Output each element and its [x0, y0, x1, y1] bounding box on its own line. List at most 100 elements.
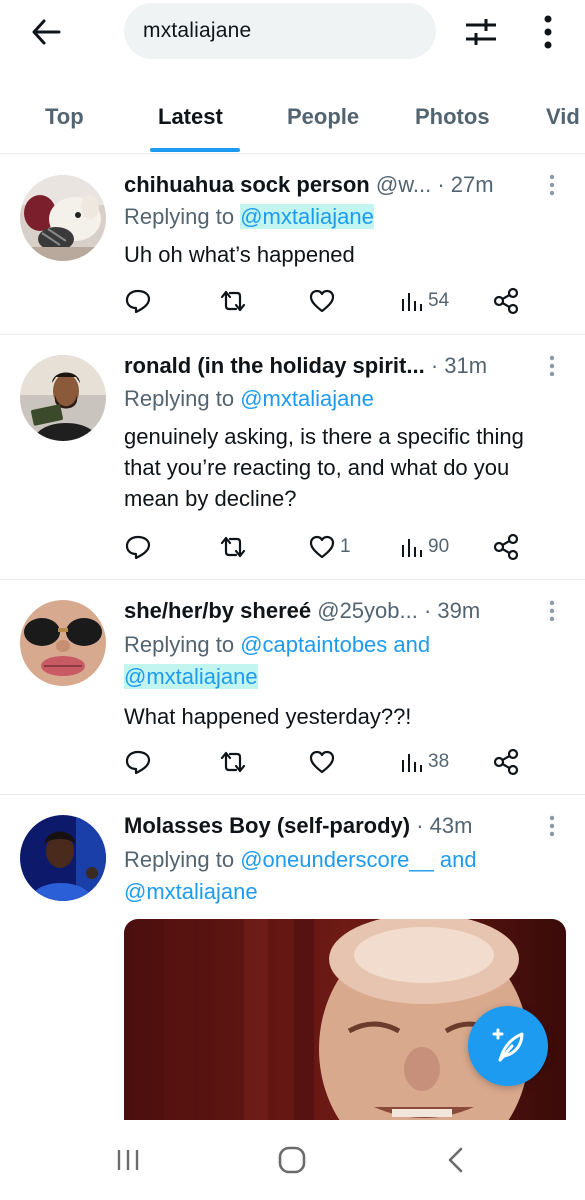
timestamp: · 31m — [430, 353, 488, 378]
avatar[interactable] — [20, 355, 106, 441]
search-header: mxtaliajane — [0, 0, 585, 64]
sliders-icon — [466, 19, 496, 45]
view-count: 90 — [428, 536, 450, 557]
tweet-actions: 1 90 — [124, 532, 544, 562]
share-button[interactable] — [492, 286, 520, 316]
tweet-header: Molasses Boy (self-parody) · 43m — [124, 811, 472, 841]
tweet-actions: 54 — [124, 286, 544, 316]
tweet[interactable]: she/her/by shereé @25yob... · 39m Replyi… — [0, 580, 585, 795]
replying-to: Replying to @captaintobes and @mxtaliaja… — [124, 629, 430, 693]
back-button[interactable] — [26, 12, 66, 52]
handle: @25yob... — [317, 598, 418, 623]
like-button[interactable] — [308, 747, 340, 777]
kebab-menu-icon — [549, 355, 555, 377]
chevron-left-icon — [448, 1147, 463, 1173]
views-button[interactable]: 38 — [400, 747, 449, 777]
heart-icon — [309, 289, 335, 313]
tab-people[interactable]: People — [287, 104, 359, 130]
mention-link[interactable]: @mxtaliajane — [240, 204, 374, 229]
search-query: mxtaliajane — [143, 19, 252, 42]
search-input[interactable]: mxtaliajane — [124, 3, 436, 59]
avatar[interactable] — [20, 600, 106, 686]
tweet-header: ronald (in the holiday spirit... · 31m — [124, 351, 487, 381]
tweet-text: Uh oh what’s happened — [124, 242, 355, 267]
mention-link[interactable]: @mxtaliajane — [124, 879, 258, 904]
display-name-text: Molasses Boy (self-parody) — [124, 813, 411, 838]
replying-prefix: Replying to — [124, 204, 235, 229]
share-button[interactable] — [492, 532, 520, 562]
reply-bubble-icon — [125, 289, 151, 314]
reply-bubble-icon — [125, 535, 151, 560]
home-button[interactable] — [268, 1142, 316, 1178]
share-icon — [493, 287, 519, 315]
avatar[interactable] — [20, 815, 106, 901]
views-button[interactable]: 54 — [400, 286, 449, 316]
tab-top[interactable]: Top — [45, 104, 84, 130]
compose-feather-icon — [492, 1028, 524, 1062]
tweet-actions: 38 — [124, 747, 544, 777]
tweet-text: What happened yesterday??! — [124, 704, 412, 729]
views-button[interactable]: 90 — [400, 532, 449, 562]
timestamp: · 27m — [437, 172, 494, 197]
kebab-menu-icon — [549, 174, 555, 196]
replying-prefix: Replying to — [124, 847, 235, 872]
tweet-header: chihuahua sock person @w... · 27m — [124, 170, 494, 200]
bar-chart-icon — [402, 754, 422, 772]
replying-to: Replying to @mxtaliajane — [124, 201, 374, 233]
replying-to: Replying to @oneunderscore__ and @mxtali… — [124, 844, 477, 908]
reply-button[interactable] — [124, 286, 152, 316]
bar-chart-icon — [402, 293, 422, 311]
active-tab-indicator — [150, 148, 240, 152]
display-name-text: she/her/by shereé — [124, 598, 312, 623]
display-name[interactable]: ronald (in the holiday spirit... — [124, 353, 425, 378]
avatar[interactable] — [20, 175, 106, 261]
share-button[interactable] — [492, 747, 520, 777]
tweet-more-button[interactable] — [540, 351, 564, 381]
timestamp: · 39m — [423, 598, 481, 623]
tab-videos[interactable]: Vid — [546, 104, 580, 130]
display-name-text: ronald (in the holiday spirit... — [124, 353, 425, 378]
tab-latest[interactable]: Latest — [158, 104, 223, 130]
recent-apps-button[interactable] — [104, 1142, 152, 1178]
display-name[interactable]: chihuahua sock person — [124, 172, 370, 197]
tweet-header: she/her/by shereé @25yob... · 39m — [124, 596, 480, 626]
tweet-more-button[interactable] — [540, 596, 564, 626]
retweet-icon — [220, 751, 246, 773]
tweet-more-button[interactable] — [540, 811, 564, 841]
overflow-menu-button[interactable] — [530, 12, 566, 52]
compose-tweet-button[interactable] — [468, 1006, 548, 1086]
reply-button[interactable] — [124, 747, 152, 777]
retweet-button[interactable] — [218, 747, 248, 777]
retweet-button[interactable] — [218, 286, 248, 316]
display-name[interactable]: she/her/by shereé — [124, 598, 311, 623]
like-button[interactable]: 1 — [308, 532, 351, 562]
tweet-text: genuinely asking, is there a specific th… — [124, 424, 524, 511]
home-icon — [278, 1146, 306, 1174]
share-icon — [493, 748, 519, 776]
tab-photos[interactable]: Photos — [415, 104, 490, 130]
retweet-button[interactable] — [218, 532, 248, 562]
mention-link[interactable]: @oneunderscore__ and — [240, 847, 476, 872]
replying-prefix: Replying to — [124, 632, 235, 657]
heart-icon — [309, 750, 335, 774]
retweet-icon — [220, 536, 246, 558]
like-button[interactable] — [308, 286, 340, 316]
tweet[interactable]: chihuahua sock person @w... · 27m Replyi… — [0, 155, 585, 335]
view-count: 54 — [428, 290, 450, 311]
search-filter-button[interactable] — [458, 12, 504, 52]
view-count: 38 — [428, 751, 450, 772]
reply-bubble-icon — [125, 750, 151, 775]
kebab-menu-icon — [544, 15, 552, 49]
system-back-button[interactable] — [432, 1142, 480, 1178]
mention-link[interactable]: @captaintobes and — [240, 632, 430, 657]
replying-to: Replying to @mxtaliajane — [124, 383, 374, 415]
tweet-more-button[interactable] — [540, 170, 564, 200]
display-name[interactable]: Molasses Boy (self-parody) — [124, 813, 410, 838]
replying-prefix: Replying to — [124, 386, 235, 411]
tweet[interactable]: ronald (in the holiday spirit... · 31m R… — [0, 335, 585, 580]
mention-link[interactable]: @mxtaliajane — [124, 664, 258, 689]
reply-button[interactable] — [124, 532, 152, 562]
recent-apps-icon — [117, 1150, 139, 1170]
like-count: 1 — [340, 536, 351, 557]
mention-link[interactable]: @mxtaliajane — [240, 386, 374, 411]
